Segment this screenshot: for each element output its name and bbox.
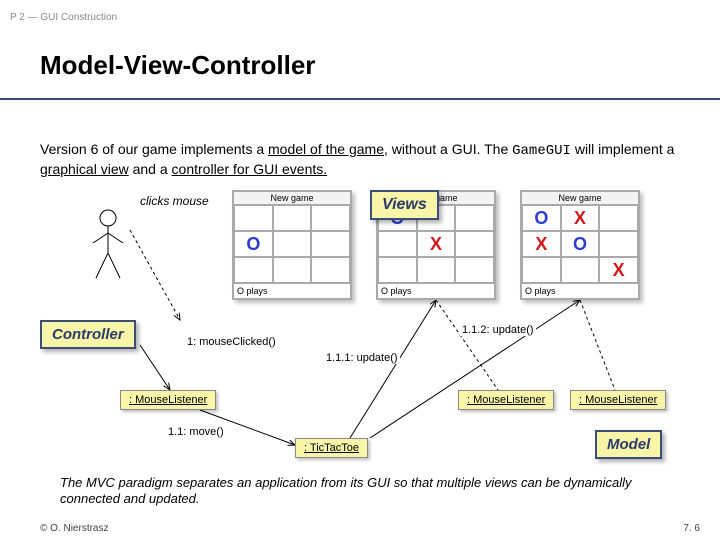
- mvc-diagram: clicks mouse New game O O plays New game…: [40, 190, 680, 470]
- status-text: O plays: [378, 283, 494, 298]
- cell: X: [522, 231, 561, 257]
- uml-mouselistener: : MouseListener: [120, 390, 216, 410]
- cell: [273, 231, 312, 257]
- label-move: 1.1: move(): [166, 426, 226, 438]
- clicks-label: clicks mouse: [140, 194, 209, 208]
- cell: [455, 205, 494, 231]
- intro-text: Version 6 of our game implements a: [40, 141, 268, 157]
- cell: [599, 205, 638, 231]
- intro-underline-view: graphical view: [40, 161, 129, 177]
- intro-text: will implement a: [571, 141, 674, 157]
- label-update1: 1.1.1: update(): [324, 352, 400, 364]
- window-title: New game: [522, 192, 638, 205]
- intro-text: , without a GUI. The: [384, 141, 512, 157]
- page-number: 7. 6: [683, 523, 700, 534]
- cell: O: [522, 205, 561, 231]
- cell: X: [599, 257, 638, 283]
- uml-mouselistener: : MouseListener: [458, 390, 554, 410]
- cell: [378, 231, 417, 257]
- game-window-1: New game O O plays: [232, 190, 352, 300]
- breadcrumb: P 2 — GUI Construction: [10, 12, 117, 23]
- cell: [561, 257, 600, 283]
- intro-text: and a: [129, 161, 172, 177]
- window-title: New game: [234, 192, 350, 205]
- cell: O: [561, 231, 600, 257]
- cell: [234, 257, 273, 283]
- controller-tag: Controller: [40, 320, 136, 349]
- intro-code: GameGUI: [512, 143, 571, 159]
- cell: [311, 231, 350, 257]
- cell: X: [561, 205, 600, 231]
- copyright: © O. Nierstrasz: [40, 523, 109, 534]
- divider: [0, 98, 720, 100]
- cell: [522, 257, 561, 283]
- views-tag: Views: [370, 190, 439, 220]
- actor-icon: [88, 208, 128, 288]
- status-text: O plays: [234, 283, 350, 298]
- cell: [378, 257, 417, 283]
- label-mouseclicked: 1: mouseClicked(): [185, 336, 278, 348]
- intro-underline-controller: controller for GUI events.: [172, 161, 328, 177]
- uml-mouselistener: : MouseListener: [570, 390, 666, 410]
- cell: [273, 257, 312, 283]
- cell: [234, 205, 273, 231]
- cell: [455, 231, 494, 257]
- intro-underline-model: model of the game: [268, 141, 384, 157]
- game-window-3: New game OX XO X O plays: [520, 190, 640, 300]
- page-title: Model-View-Controller: [40, 50, 315, 81]
- cell: [311, 205, 350, 231]
- cell: [417, 257, 456, 283]
- cell: [455, 257, 494, 283]
- intro-paragraph: Version 6 of our game implements a model…: [40, 140, 680, 178]
- label-update2: 1.1.2: update(): [460, 324, 536, 336]
- summary-paragraph: The MVC paradigm separates an applicatio…: [60, 475, 660, 508]
- model-tag: Model: [595, 430, 662, 459]
- uml-tictactoe: : TicTacToe: [295, 438, 368, 458]
- cell: [273, 205, 312, 231]
- cell: [311, 257, 350, 283]
- cell: [599, 231, 638, 257]
- cell: O: [234, 231, 273, 257]
- cell: X: [417, 231, 456, 257]
- status-text: O plays: [522, 283, 638, 298]
